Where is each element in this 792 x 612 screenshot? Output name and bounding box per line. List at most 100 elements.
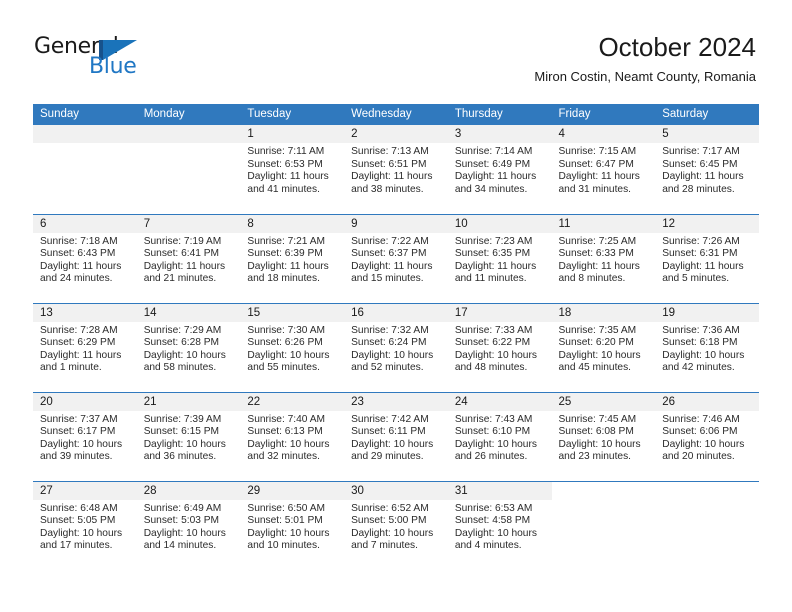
calendar-cell-empty [33, 125, 137, 214]
calendar-day-cell[interactable]: 25 Sunrise: 7:45 AM Sunset: 6:08 PM Dayligh… [551, 391, 656, 481]
calendar-day-cell[interactable]: 20 Sunrise: 7:37 AM Sunset: 6:17 PM Dayligh… [33, 391, 137, 481]
calendar-day-cell[interactable]: 4 Sunrise: 7:15 AM Sunset: 6:47 PM Daylight… [551, 125, 656, 214]
day-number: 7 [136, 215, 241, 233]
daylight-text-line2: and 39 minutes. [40, 451, 113, 463]
daylight-text-line1: Daylight: 10 hours [351, 349, 434, 361]
calendar-day-cell[interactable]: 30 Sunrise: 6:52 AM Sunset: 5:00 PM Dayligh… [344, 480, 448, 570]
sunset-text: Sunset: 6:17 PM [40, 426, 116, 438]
daylight-text-line2: and 11 minutes. [454, 273, 527, 285]
day-details: Sunrise: 7:18 AM Sunset: 6:43 PM Daylight:… [33, 233, 137, 286]
sunset-text: Sunset: 6:39 PM [247, 248, 323, 260]
calendar-cell-empty [136, 125, 241, 214]
day-details: Sunrise: 6:49 AM Sunset: 5:03 PM Daylight:… [137, 500, 241, 553]
calendar-day-cell[interactable]: 23 Sunrise: 7:42 AM Sunset: 6:11 PM Dayligh… [344, 391, 448, 481]
calendar-day-cell[interactable]: 31 Sunrise: 6:53 AM Sunset: 4:58 PM Dayligh… [447, 480, 552, 570]
calendar-day-cell[interactable]: 15 Sunrise: 7:30 AM Sunset: 6:26 PM Dayligh… [240, 302, 345, 392]
day-number: 16 [344, 304, 448, 322]
day-number: 1 [240, 125, 345, 143]
calendar-day-cell[interactable]: 16 Sunrise: 7:32 AM Sunset: 6:24 PM Dayligh… [344, 302, 448, 392]
sunset-text: Sunset: 6:45 PM [662, 158, 738, 170]
brand-name-blue: Blue [89, 54, 137, 79]
sunrise-text: Sunrise: 6:53 AM [454, 502, 533, 514]
daylight-text-line1: Daylight: 10 hours [247, 527, 330, 539]
daylight-text-line1: Daylight: 10 hours [662, 349, 745, 361]
calendar-day-cell[interactable]: 24 Sunrise: 7:43 AM Sunset: 6:10 PM Dayligh… [447, 391, 552, 481]
sunrise-text: Sunrise: 7:42 AM [351, 413, 429, 425]
calendar-day-cell[interactable]: 12 Sunrise: 7:26 AM Sunset: 6:31 PM Dayligh… [655, 213, 759, 303]
brand-logo[interactable]: General Blue [34, 36, 234, 82]
daylight-text-line2: and 34 minutes. [454, 183, 528, 195]
sunset-text: Sunset: 6:47 PM [558, 158, 634, 170]
page-title: October 2024 [598, 32, 756, 62]
sunset-text: Sunset: 6:06 PM [662, 426, 738, 438]
sunset-text: Sunset: 6:28 PM [143, 337, 220, 349]
calendar-day-cell[interactable]: 14 Sunrise: 7:29 AM Sunset: 6:28 PM Dayligh… [136, 302, 241, 392]
day-details: Sunrise: 6:52 AM Sunset: 5:00 PM Daylight:… [344, 500, 448, 553]
sunset-text: Sunset: 5:05 PM [40, 515, 116, 527]
day-number: 26 [655, 393, 759, 411]
calendar-day-cell[interactable]: 19 Sunrise: 7:36 AM Sunset: 6:18 PM Dayligh… [655, 302, 759, 392]
calendar-day-cell[interactable]: 26 Sunrise: 7:46 AM Sunset: 6:06 PM Dayligh… [655, 391, 759, 481]
sunset-text: Sunset: 6:10 PM [454, 426, 531, 438]
sunrise-text: Sunrise: 6:52 AM [351, 502, 429, 514]
calendar-day-cell[interactable]: 10 Sunrise: 7:23 AM Sunset: 6:35 PM Dayligh… [447, 213, 552, 303]
daylight-text-line2: and 15 minutes. [351, 273, 424, 285]
calendar-day-cell[interactable]: 8 Sunrise: 7:21 AM Sunset: 6:39 PM Daylight… [240, 213, 345, 303]
calendar-day-cell[interactable]: 2 Sunrise: 7:13 AM Sunset: 6:51 PM Daylight… [344, 125, 448, 214]
daylight-text-line1: Daylight: 11 hours [454, 171, 537, 183]
daylight-text-line1: Daylight: 11 hours [40, 260, 122, 272]
sunrise-text: Sunrise: 7:36 AM [662, 324, 740, 336]
calendar-body: 1 Sunrise: 7:11 AM Sunset: 6:53 PM Daylight… [33, 125, 759, 570]
calendar-page: General Blue October 2024 Miron Costin, … [0, 0, 792, 612]
page-header: General Blue October 2024 Miron Costin, … [0, 0, 792, 104]
calendar-day-cell[interactable]: 27 Sunrise: 6:48 AM Sunset: 5:05 PM Dayligh… [33, 480, 137, 570]
day-details: Sunrise: 6:50 AM Sunset: 5:01 PM Daylight:… [240, 500, 344, 553]
sunrise-text: Sunrise: 7:46 AM [662, 413, 740, 425]
calendar-day-cell[interactable]: 18 Sunrise: 7:35 AM Sunset: 6:20 PM Dayligh… [551, 302, 656, 392]
calendar-table: Sunday Monday Tuesday Wednesday Thursday… [33, 104, 759, 570]
calendar-cell-empty [551, 480, 656, 570]
calendar-day-cell[interactable]: 21 Sunrise: 7:39 AM Sunset: 6:15 PM Dayligh… [136, 391, 241, 481]
day-details: Sunrise: 7:23 AM Sunset: 6:35 PM Daylight:… [448, 233, 552, 286]
daylight-text-line1: Daylight: 11 hours [351, 260, 433, 272]
sunrise-text: Sunrise: 7:15 AM [558, 146, 637, 157]
sunset-text: Sunset: 4:58 PM [454, 515, 531, 527]
weekday-header-monday: Monday [136, 104, 241, 125]
calendar-day-cell[interactable]: 3 Sunrise: 7:14 AM Sunset: 6:49 PM Daylight… [447, 125, 552, 214]
day-number: 8 [240, 215, 345, 233]
calendar-day-cell[interactable]: 29 Sunrise: 6:50 AM Sunset: 5:01 PM Dayligh… [240, 480, 345, 570]
day-details: Sunrise: 7:35 AM Sunset: 6:20 PM Daylight:… [552, 322, 656, 375]
calendar-day-cell[interactable]: 5 Sunrise: 7:17 AM Sunset: 6:45 PM Daylight… [655, 125, 759, 214]
daylight-text-line2: and 8 minutes. [558, 273, 626, 285]
day-details: Sunrise: 7:39 AM Sunset: 6:15 PM Daylight:… [137, 411, 241, 464]
daylight-text-line1: Daylight: 10 hours [143, 527, 226, 539]
calendar-day-cell[interactable]: 22 Sunrise: 7:40 AM Sunset: 6:13 PM Dayligh… [240, 391, 345, 481]
daylight-text-line2: and 48 minutes. [454, 362, 528, 374]
daylight-text-line2: and 31 minutes. [558, 183, 632, 195]
calendar-day-cell[interactable]: 28 Sunrise: 6:49 AM Sunset: 5:03 PM Dayligh… [136, 480, 241, 570]
sunset-text: Sunset: 6:53 PM [247, 158, 323, 170]
daylight-text-line2: and 20 minutes. [662, 451, 735, 463]
sunset-text: Sunset: 6:49 PM [454, 158, 531, 170]
daylight-text-line1: Daylight: 10 hours [40, 438, 123, 450]
daylight-text-line1: Daylight: 10 hours [351, 438, 434, 450]
sunrise-text: Sunrise: 6:49 AM [143, 502, 222, 514]
sunrise-text: Sunrise: 7:32 AM [351, 324, 429, 336]
calendar-week-row: 20 Sunrise: 7:37 AM Sunset: 6:17 PM Dayligh… [33, 391, 759, 481]
day-number: 20 [33, 393, 137, 411]
calendar-day-cell[interactable]: 11 Sunrise: 7:25 AM Sunset: 6:33 PM Dayligh… [551, 213, 656, 303]
calendar-day-cell[interactable]: 17 Sunrise: 7:33 AM Sunset: 6:22 PM Dayligh… [447, 302, 552, 392]
day-number: 19 [655, 304, 759, 322]
calendar-day-cell[interactable]: 7 Sunrise: 7:19 AM Sunset: 6:41 PM Daylight… [136, 213, 241, 303]
calendar-day-cell[interactable]: 6 Sunrise: 7:18 AM Sunset: 6:43 PM Daylight… [33, 213, 137, 303]
sunset-text: Sunset: 5:00 PM [351, 515, 427, 527]
calendar-day-cell[interactable]: 13 Sunrise: 7:28 AM Sunset: 6:29 PM Dayligh… [33, 302, 137, 392]
day-number: 23 [344, 393, 448, 411]
day-number: 6 [33, 215, 137, 233]
day-details: Sunrise: 7:32 AM Sunset: 6:24 PM Daylight:… [344, 322, 448, 375]
daylight-text-line1: Daylight: 10 hours [247, 438, 330, 450]
day-details: Sunrise: 7:22 AM Sunset: 6:37 PM Daylight:… [344, 233, 448, 286]
daylight-text-line2: and 17 minutes. [40, 540, 113, 552]
calendar-day-cell[interactable]: 1 Sunrise: 7:11 AM Sunset: 6:53 PM Daylight… [240, 125, 345, 214]
calendar-day-cell[interactable]: 9 Sunrise: 7:22 AM Sunset: 6:37 PM Daylight… [344, 213, 448, 303]
